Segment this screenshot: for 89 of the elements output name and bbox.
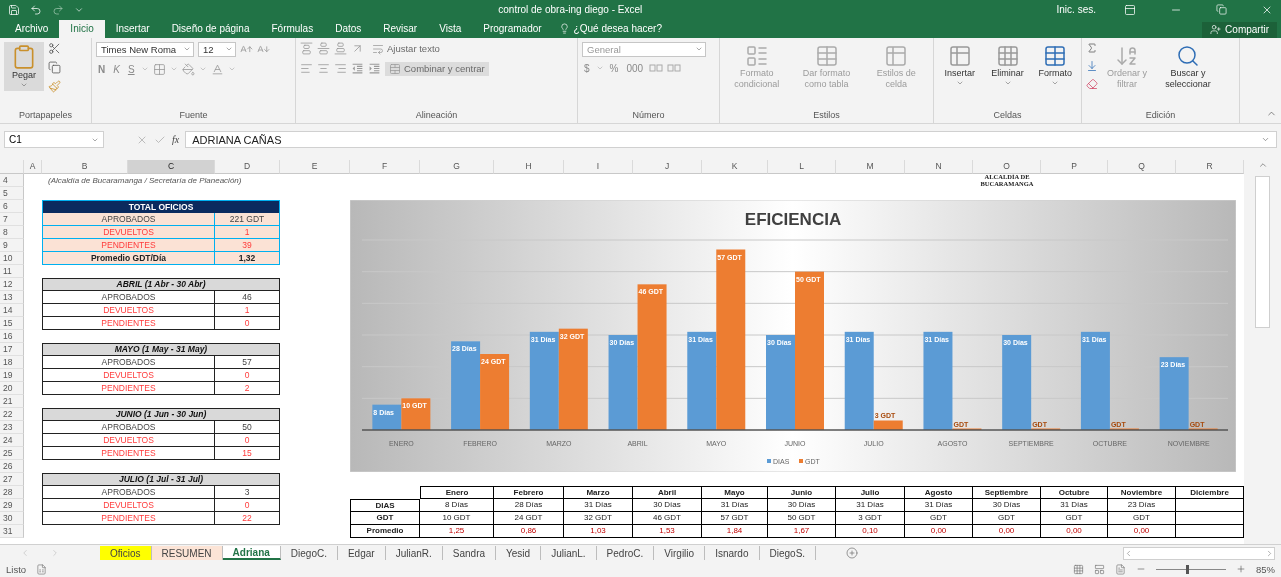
table-cell: 0,00 xyxy=(1041,524,1108,538)
table-cell: 31 Días xyxy=(702,498,768,512)
table-cell: 0 xyxy=(215,498,280,512)
table-cell: 31 Días xyxy=(564,498,633,512)
table-cell: 0 xyxy=(215,316,280,330)
table-cell: GDT xyxy=(905,511,973,525)
table-heading: JULIO (1 Jul - 31 Jul) xyxy=(42,472,280,486)
table-cell: 3 xyxy=(215,485,280,499)
table-cell: 1,53 xyxy=(633,524,702,538)
table-cell: 31 Días xyxy=(905,498,973,512)
table-cell: DEVUELTOS xyxy=(42,303,215,317)
table-cell: 10 GDT xyxy=(420,511,494,525)
table-cell: 30 Días xyxy=(633,498,702,512)
zoom-level: 85% xyxy=(1256,563,1275,575)
group-label: Edición xyxy=(1145,109,1176,122)
table-cell: 28 Días xyxy=(494,498,564,512)
status-text: Listo xyxy=(6,563,27,575)
table-cell: APROBADOS xyxy=(42,355,215,369)
table-cell: PENDIENTES xyxy=(42,381,215,395)
group-label: Número xyxy=(632,109,665,122)
row-label: GDT xyxy=(350,511,420,525)
chart-title: EFICIENCIA xyxy=(744,209,842,229)
table-cell: GDT xyxy=(973,511,1041,525)
row-label: Promedio xyxy=(350,524,420,538)
table-cell: 0,00 xyxy=(973,524,1041,538)
table-heading: MAYO (1 May - 31 May) xyxy=(42,342,280,356)
table-cell: PENDIENTES xyxy=(42,446,215,460)
table-cell: DEVUELTOS xyxy=(42,498,215,512)
table-header: Agosto xyxy=(905,485,973,499)
table-cell: 15 xyxy=(215,446,280,460)
table-cell: 24 GDT xyxy=(494,511,564,525)
table-cell: 1,25 xyxy=(420,524,494,538)
group-label: Fuente xyxy=(179,109,208,122)
table-cell: 57 GDT xyxy=(702,511,768,525)
table-cell: 0,86 xyxy=(494,524,564,538)
table-cell: 30 Días xyxy=(973,498,1041,512)
sheet-subtitle: (Alcaldía de Bucaramanga / Secretaría de Planeación) xyxy=(47,174,243,187)
table-cell: 31 Días xyxy=(1041,498,1108,512)
table-cell: 1,03 xyxy=(564,524,633,538)
table-cell: 2 xyxy=(215,381,280,395)
table-cell: 46 GDT xyxy=(633,511,702,525)
window-title: control de obra-ing diego - Excel xyxy=(497,4,644,16)
table-heading: TOTAL OFICIOS xyxy=(42,199,280,213)
table-cell: 46 xyxy=(215,290,280,304)
table-cell: DEVUELTOS xyxy=(42,433,215,447)
table-cell: APROBADOS xyxy=(42,485,215,499)
table-cell: 0 xyxy=(215,433,280,447)
row-label: DIAS xyxy=(350,498,420,512)
table-cell: 57 xyxy=(215,355,280,369)
table-cell: PENDIENTES xyxy=(42,511,215,525)
table-cell: 31 Días xyxy=(836,498,905,512)
table-header: Octubre xyxy=(1041,485,1108,499)
table-header: Julio xyxy=(836,485,905,499)
table-header: Diciembre xyxy=(1176,485,1244,499)
table-cell: 1,67 xyxy=(768,524,836,538)
table-cell: DEVUELTOS xyxy=(42,368,215,382)
table-cell: APROBADOS xyxy=(42,290,215,304)
table-cell: 50 GDT xyxy=(768,511,836,525)
table-header: Noviembre xyxy=(1108,485,1176,499)
table-cell: GDT xyxy=(1041,511,1108,525)
table-cell: 3 GDT xyxy=(836,511,905,525)
table-cell: GDT xyxy=(1108,511,1176,525)
table-header: Abril xyxy=(633,485,702,499)
table-cell: 23 Días xyxy=(1108,498,1176,512)
group-label: Portapapeles xyxy=(18,109,72,122)
table-cell: 1 xyxy=(215,303,280,317)
table-cell: 0,00 xyxy=(905,524,973,538)
table-cell: 22 xyxy=(215,511,280,525)
table-cell: 8 Días xyxy=(420,498,494,512)
table-cell: APROBADOS xyxy=(42,420,215,434)
table-cell: 50 xyxy=(215,420,280,434)
table-header: Enero xyxy=(420,485,494,499)
group-label: Estilos xyxy=(813,109,840,122)
table-cell: 0,10 xyxy=(836,524,905,538)
table-header: Junio xyxy=(768,485,836,499)
group-label: Alineación xyxy=(415,109,458,122)
table-cell: 0,00 xyxy=(1108,524,1176,538)
table-header: Marzo xyxy=(564,485,633,499)
table-heading: ABRIL (1 Abr - 30 Abr) xyxy=(42,277,280,291)
table-cell: 1,84 xyxy=(702,524,768,538)
table-cell: 0 xyxy=(215,368,280,382)
table-cell: 32 GDT xyxy=(564,511,633,525)
group-label: Celdas xyxy=(993,109,1022,122)
table-cell: 30 Días xyxy=(768,498,836,512)
table-header: Mayo xyxy=(702,485,768,499)
table-header: Septiembre xyxy=(973,485,1041,499)
table-heading: JUNIO (1 Jun - 30 Jun) xyxy=(42,407,280,421)
table-cell: PENDIENTES xyxy=(42,316,215,330)
table-header: Febrero xyxy=(494,485,564,499)
